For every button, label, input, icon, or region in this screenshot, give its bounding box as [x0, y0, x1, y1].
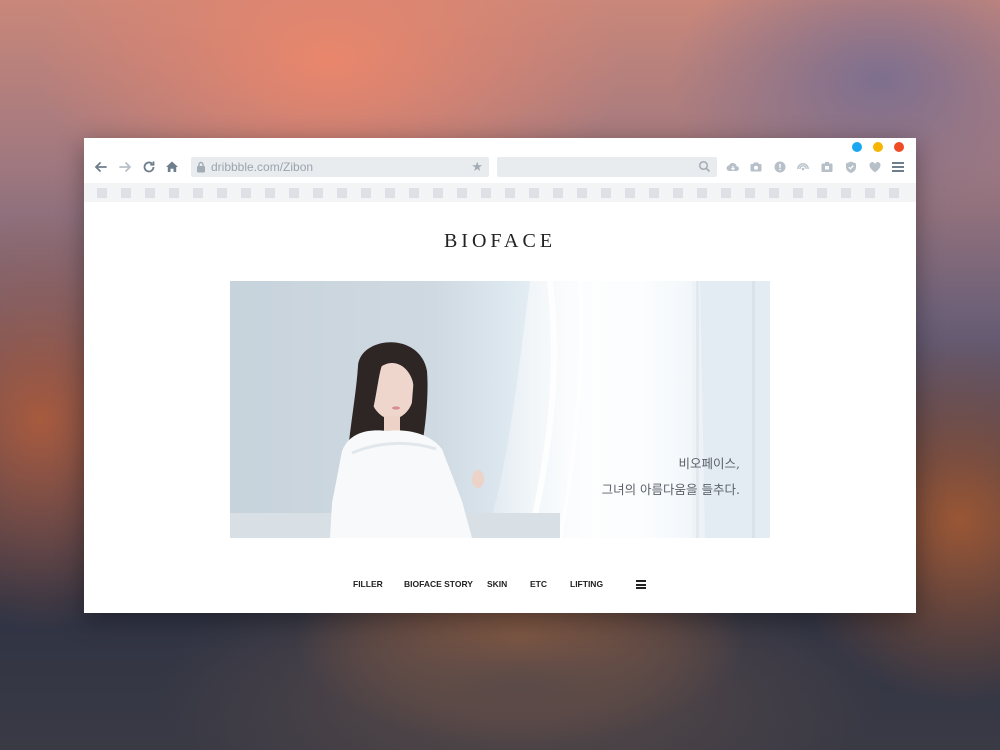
bookmark-item[interactable] [289, 188, 299, 198]
bookmark-item[interactable] [313, 188, 323, 198]
hero-caption-line2: 그녀의 아름다움을 들추다. [601, 482, 740, 497]
rss-icon[interactable] [796, 160, 810, 174]
bookmark-item[interactable] [337, 188, 347, 198]
shield-check-icon[interactable] [844, 160, 858, 174]
bookmark-item[interactable] [793, 188, 803, 198]
bookmark-item[interactable] [529, 188, 539, 198]
bookmark-item[interactable] [169, 188, 179, 198]
bookmark-item[interactable] [745, 188, 755, 198]
hamburger-menu-icon[interactable] [636, 580, 646, 591]
bookmark-item[interactable] [649, 188, 659, 198]
bookmark-item[interactable] [217, 188, 227, 198]
back-arrow-icon[interactable] [92, 158, 110, 176]
reload-icon[interactable] [140, 158, 158, 176]
bookmark-item[interactable] [385, 188, 395, 198]
browser-window: dribbble.com/Zibon ★ BIOFACE 비오페이스, 그녀의 … [84, 138, 916, 613]
bookmark-item[interactable] [769, 188, 779, 198]
menu-icon[interactable] [892, 162, 904, 174]
main-navigation: FILLER BIOFACE STORY SKIN ETC LIFTING [84, 579, 916, 593]
bookmark-item[interactable] [193, 188, 203, 198]
bookmark-item[interactable] [433, 188, 443, 198]
url-text: dribbble.com/Zibon [211, 160, 314, 174]
bookmark-item[interactable] [601, 188, 611, 198]
bookmarks-bar [84, 183, 916, 202]
window-minimize-button[interactable] [852, 142, 862, 152]
hero-banner: 비오페이스, 그녀의 아름다움을 들추다. [230, 281, 770, 538]
site-logo[interactable]: BIOFACE [84, 230, 916, 253]
window-close-button[interactable] [894, 142, 904, 152]
hero-caption: 비오페이스, 그녀의 아름다움을 들추다. [602, 451, 740, 503]
nav-item-lifting[interactable]: LIFTING [570, 579, 603, 589]
star-icon[interactable]: ★ [471, 159, 483, 175]
browser-toolbar: dribbble.com/Zibon ★ [84, 155, 916, 181]
bookmark-item[interactable] [865, 188, 875, 198]
cloud-download-icon[interactable] [726, 160, 740, 174]
bookmark-item[interactable] [145, 188, 155, 198]
bookmark-item[interactable] [697, 188, 707, 198]
search-icon[interactable] [698, 160, 711, 173]
bookmark-item[interactable] [553, 188, 563, 198]
nav-item-skin[interactable]: SKIN [487, 579, 507, 589]
window-maximize-button[interactable] [873, 142, 883, 152]
bookmark-item[interactable] [457, 188, 467, 198]
hero-caption-line1: 비오페이스, [678, 456, 740, 471]
info-icon[interactable] [773, 160, 787, 174]
bookmark-item[interactable] [121, 188, 131, 198]
window-controls [852, 142, 904, 152]
bookmark-item[interactable] [505, 188, 515, 198]
search-input[interactable] [497, 157, 717, 177]
nav-item-etc[interactable]: ETC [530, 579, 547, 589]
bookmark-item[interactable] [361, 188, 371, 198]
bookmark-item[interactable] [241, 188, 251, 198]
bookmark-item[interactable] [889, 188, 899, 198]
forward-arrow-icon[interactable] [116, 158, 134, 176]
heart-icon[interactable] [868, 160, 882, 174]
bookmark-item[interactable] [841, 188, 851, 198]
camera-icon[interactable] [749, 160, 763, 174]
bookmark-item[interactable] [409, 188, 419, 198]
nav-item-bioface-story[interactable]: BIOFACE STORY [404, 579, 473, 589]
nav-item-filler[interactable]: FILLER [353, 579, 383, 589]
bookmark-item[interactable] [673, 188, 683, 198]
bookmark-item[interactable] [481, 188, 491, 198]
bookmark-item[interactable] [265, 188, 275, 198]
bookmark-item[interactable] [817, 188, 827, 198]
screenshot-icon[interactable] [820, 160, 834, 174]
home-icon[interactable] [163, 158, 181, 176]
bookmark-item[interactable] [721, 188, 731, 198]
bookmark-item[interactable] [97, 188, 107, 198]
lock-icon [197, 161, 205, 173]
bookmark-item[interactable] [625, 188, 635, 198]
address-bar[interactable]: dribbble.com/Zibon ★ [191, 157, 489, 177]
bookmark-item[interactable] [577, 188, 587, 198]
